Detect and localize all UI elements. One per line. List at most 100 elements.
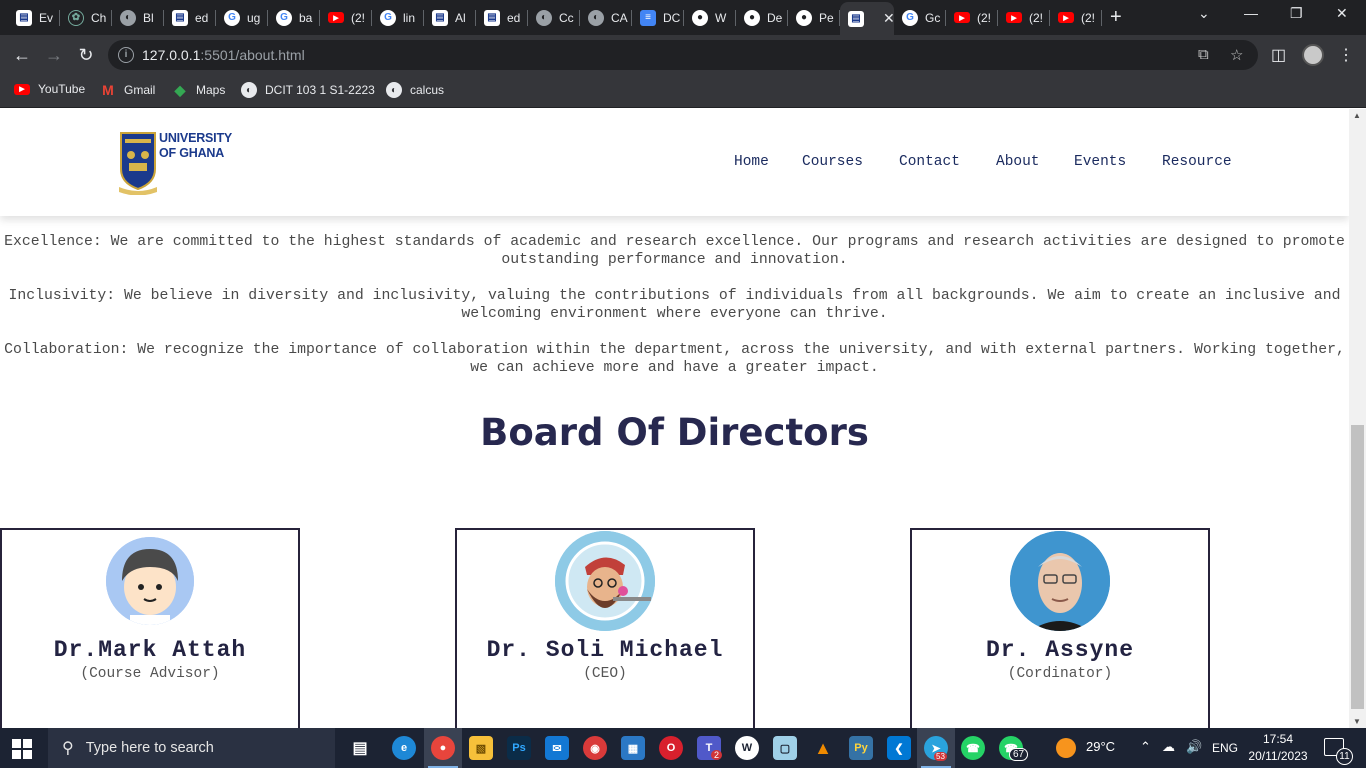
browser-tab[interactable]: ● W xyxy=(684,4,736,31)
browser-tab[interactable]: G Gc xyxy=(894,4,946,31)
bookmark-item[interactable]: ◆ Maps xyxy=(172,81,226,98)
media-app-icon[interactable]: ◉ xyxy=(583,736,607,760)
value-excellence: Excellence: We are committed to the high… xyxy=(4,234,1345,268)
nav-link-about[interactable]: About xyxy=(996,154,1040,170)
cloud-sync-icon[interactable]: ☁ xyxy=(1162,739,1175,755)
university-logo[interactable]: UNIVERSITY OF GHANA xyxy=(117,129,232,195)
taskbar-search-box[interactable]: ⚲ Type here to search xyxy=(48,728,335,768)
search-placeholder: Type here to search xyxy=(85,740,214,756)
url-text[interactable]: 127.0.0.1:5501/about.html xyxy=(142,47,305,63)
mail-icon[interactable]: ✉ xyxy=(545,736,569,760)
python-icon[interactable]: Py xyxy=(849,736,873,760)
browser-tab[interactable]: ▤ Ev xyxy=(8,4,60,31)
vscode-icon[interactable]: ❮ xyxy=(887,736,911,760)
tab-label: Gc xyxy=(925,10,941,25)
windows-start-icon[interactable] xyxy=(12,739,32,759)
bookmark-item[interactable]: M Gmail xyxy=(100,82,155,98)
browser-tab[interactable]: ◐ CA xyxy=(580,4,632,31)
tab-search-icon[interactable]: ⌄ xyxy=(1198,5,1210,22)
bookmark-item[interactable]: ◐ DCIT 103 1 S1-2223 xyxy=(241,82,375,98)
store-icon[interactable]: ▦ xyxy=(621,736,645,760)
weather-sun-icon[interactable] xyxy=(1056,738,1076,758)
tray-chevron-icon[interactable]: ⌃ xyxy=(1140,739,1151,755)
bookmark-star-icon[interactable]: ☆ xyxy=(1230,46,1243,64)
reload-button[interactable]: ↻ xyxy=(74,43,98,67)
opera-browser-icon[interactable]: O xyxy=(659,736,683,760)
logo-line-2: OF GHANA xyxy=(159,146,225,160)
maximize-button[interactable]: ❐ xyxy=(1290,5,1303,22)
bookmark-item[interactable]: ◐ calcus xyxy=(386,82,444,98)
browser-tab[interactable]: ▶ (2! xyxy=(946,4,998,31)
minimize-button[interactable]: — xyxy=(1244,5,1258,21)
nav-link-resource[interactable]: Resource xyxy=(1162,154,1232,170)
bookmark-item[interactable]: ▶ YouTube xyxy=(14,82,85,96)
browser-tab-active[interactable]: ▤ ✕ xyxy=(840,2,894,35)
browser-tab[interactable]: Gba xyxy=(268,4,320,31)
nav-link-home[interactable]: Home xyxy=(734,154,769,170)
page-scrollbar[interactable]: ▲ ▼ xyxy=(1349,109,1366,728)
nav-link-courses[interactable]: Courses xyxy=(802,154,863,170)
bookmark-label: DCIT 103 1 S1-2223 xyxy=(265,83,375,97)
whatsapp-badge: 67 xyxy=(1009,748,1029,761)
page-viewport: UNIVERSITY OF GHANA Home Courses Contact Ab… xyxy=(0,109,1366,728)
address-bar[interactable]: i 127.0.0.1:5501/about.html ⧉ ☆ xyxy=(108,40,1258,70)
nav-link-contact[interactable]: Contact xyxy=(899,154,960,170)
volume-icon[interactable]: 🔊 xyxy=(1186,739,1202,755)
side-panel-icon[interactable]: ◫ xyxy=(1271,45,1286,65)
value-inclusivity: Inclusivity: We believe in diversity and… xyxy=(8,288,1341,322)
maps-icon: ◆ xyxy=(174,81,186,98)
google-icon: G xyxy=(380,9,396,26)
system-clock[interactable]: 17:54 20/11/2023 xyxy=(1248,731,1308,765)
scrollbar-thumb[interactable] xyxy=(1351,425,1364,709)
logo-line-1: UNIVERSITY xyxy=(159,131,233,145)
file-explorer-icon[interactable]: ▧ xyxy=(469,736,493,760)
tab-label: Cc xyxy=(559,10,574,25)
chrome-browser-icon[interactable]: ● xyxy=(431,736,455,760)
director-role: (Course Advisor) xyxy=(80,666,220,682)
browser-tab[interactable]: ▶ (2! xyxy=(320,4,372,31)
doc-icon: ▤ xyxy=(432,9,448,26)
browser-tab[interactable]: ▤ ed xyxy=(476,4,528,31)
menu-icon[interactable]: ⋮ xyxy=(1338,45,1354,65)
tab-label: Bl xyxy=(143,10,154,25)
browser-tab[interactable]: ▶ (2! xyxy=(1050,4,1102,31)
whatsapp-icon[interactable]: ☎ xyxy=(961,736,985,760)
scroll-up-arrow-icon[interactable]: ▲ xyxy=(1353,111,1361,120)
director-name: Dr. Assyne xyxy=(985,637,1135,663)
browser-tab[interactable]: ✿ Ch xyxy=(60,4,112,31)
browser-tab[interactable]: ● De xyxy=(736,4,788,31)
browser-tab[interactable]: ▶ (2! xyxy=(998,4,1050,31)
photoshop-icon[interactable]: Ps xyxy=(507,736,531,760)
share-icon[interactable]: ⧉ xyxy=(1198,46,1209,63)
browser-tab[interactable]: ● Pe xyxy=(788,4,840,31)
site-info-icon[interactable]: i xyxy=(118,47,134,63)
forward-button[interactable]: → xyxy=(42,43,66,67)
browser-tab[interactable]: ◐ Bl xyxy=(112,4,164,31)
vlc-icon[interactable]: ▲ xyxy=(811,736,835,760)
browser-tab[interactable]: ▤ ed xyxy=(164,4,216,31)
temperature[interactable]: 29°C xyxy=(1086,739,1115,754)
notes-app-icon[interactable]: ▢ xyxy=(773,736,797,760)
bookmark-label: Maps xyxy=(196,83,226,97)
nav-link-events[interactable]: Events xyxy=(1074,154,1126,170)
browser-tab[interactable]: ▤ Al xyxy=(424,4,476,31)
browser-tab[interactable]: ≡ DC xyxy=(632,4,684,31)
director-avatar xyxy=(1010,531,1110,631)
browser-tab[interactable]: Glin xyxy=(372,4,424,31)
bookmark-label: calcus xyxy=(410,83,445,97)
close-window-button[interactable]: ✕ xyxy=(1336,5,1348,22)
scroll-down-arrow-icon[interactable]: ▼ xyxy=(1353,717,1361,726)
edge-browser-icon[interactable]: e xyxy=(392,736,416,760)
profile-avatar[interactable] xyxy=(1302,44,1324,66)
app-w-icon[interactable]: W xyxy=(735,736,759,760)
tab-label: Ch xyxy=(91,10,107,25)
browser-tab[interactable]: Gug xyxy=(216,4,268,31)
back-button[interactable]: ← xyxy=(10,43,34,67)
values-section: Excellence: We are committed to the high… xyxy=(0,233,1349,395)
new-tab-button[interactable]: + xyxy=(1110,6,1122,29)
task-view-icon[interactable]: ▤ xyxy=(348,736,372,760)
language-indicator[interactable]: ENG xyxy=(1212,741,1238,755)
browser-tab[interactable]: ◐ Cc xyxy=(528,4,580,31)
close-tab-icon[interactable]: ✕ xyxy=(883,10,894,27)
url-host: 127.0.0.1 xyxy=(142,47,201,63)
